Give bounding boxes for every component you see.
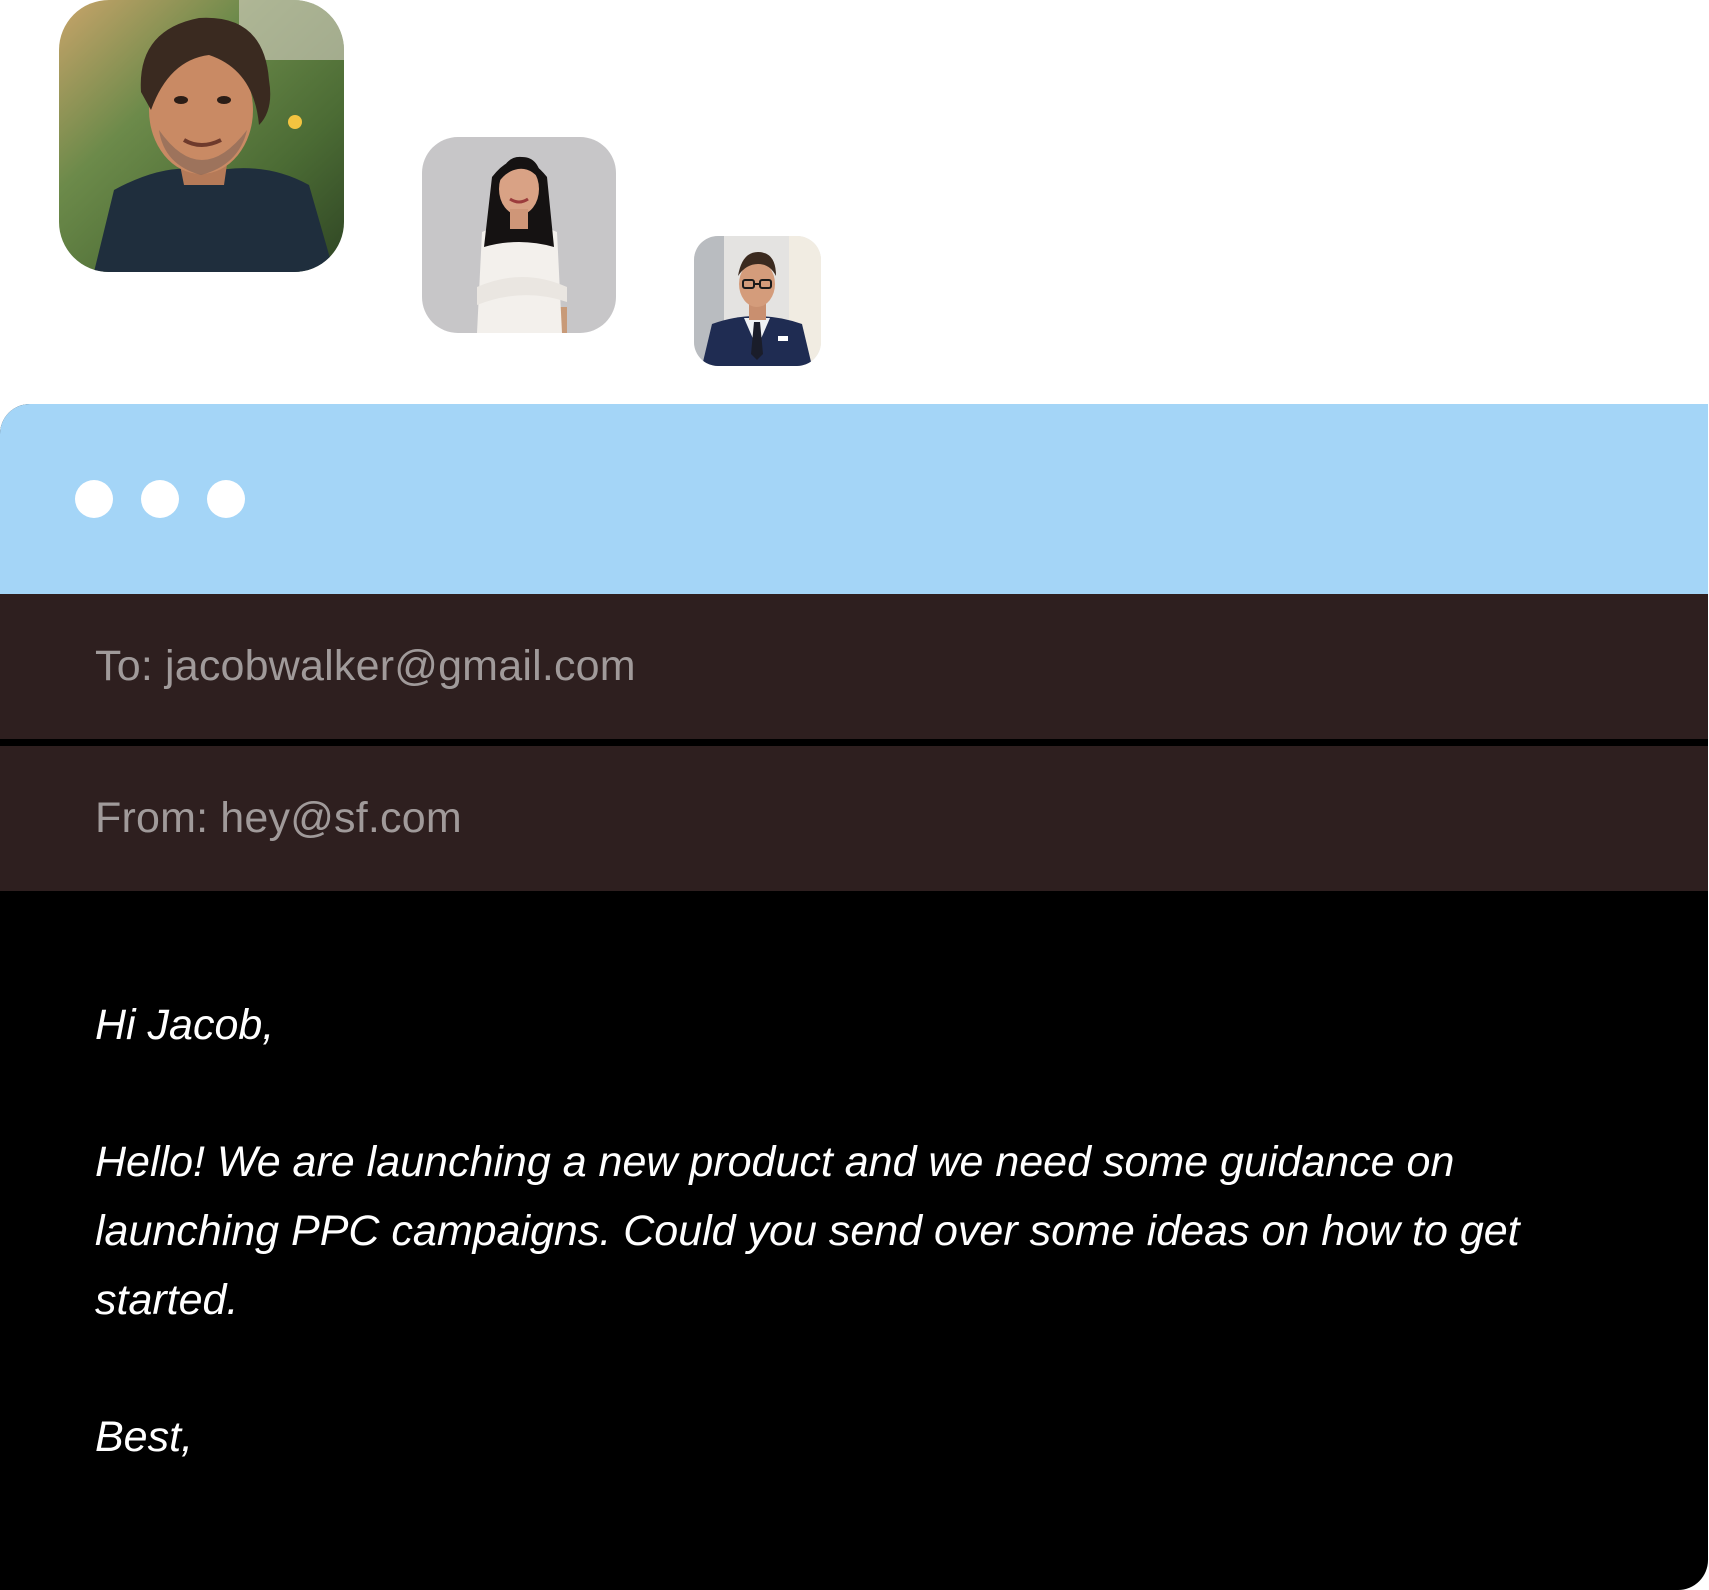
avatar-woman-photo [422, 137, 616, 333]
window-controls [75, 480, 245, 518]
from-field[interactable]: From: hey@sf.com [0, 746, 1708, 891]
window-dot-icon[interactable] [207, 480, 245, 518]
avatar [422, 137, 616, 333]
from-value[interactable]: hey@sf.com [220, 794, 462, 843]
email-greeting: Hi Jacob, [95, 1001, 275, 1049]
avatar-man-photo [59, 0, 344, 272]
field-divider [0, 739, 1708, 746]
email-signoff: Best, [95, 1413, 193, 1461]
email-body[interactable]: Hi Jacob, Hello! We are launching a new … [0, 891, 1708, 1472]
email-message: Hello! We are launching a new product an… [95, 1138, 1520, 1324]
to-value[interactable]: jacobwalker@gmail.com [165, 642, 636, 691]
avatar [59, 0, 344, 272]
window-dot-icon[interactable] [141, 480, 179, 518]
window-titlebar [0, 404, 1708, 594]
from-label: From: [95, 794, 209, 842]
to-label: To: [95, 642, 153, 690]
to-field[interactable]: To: jacobwalker@gmail.com [0, 594, 1708, 739]
avatar [694, 236, 821, 366]
email-window: To: jacobwalker@gmail.com From: hey@sf.c… [0, 404, 1708, 1590]
window-dot-icon[interactable] [75, 480, 113, 518]
avatar-man-suit-photo [694, 236, 821, 366]
